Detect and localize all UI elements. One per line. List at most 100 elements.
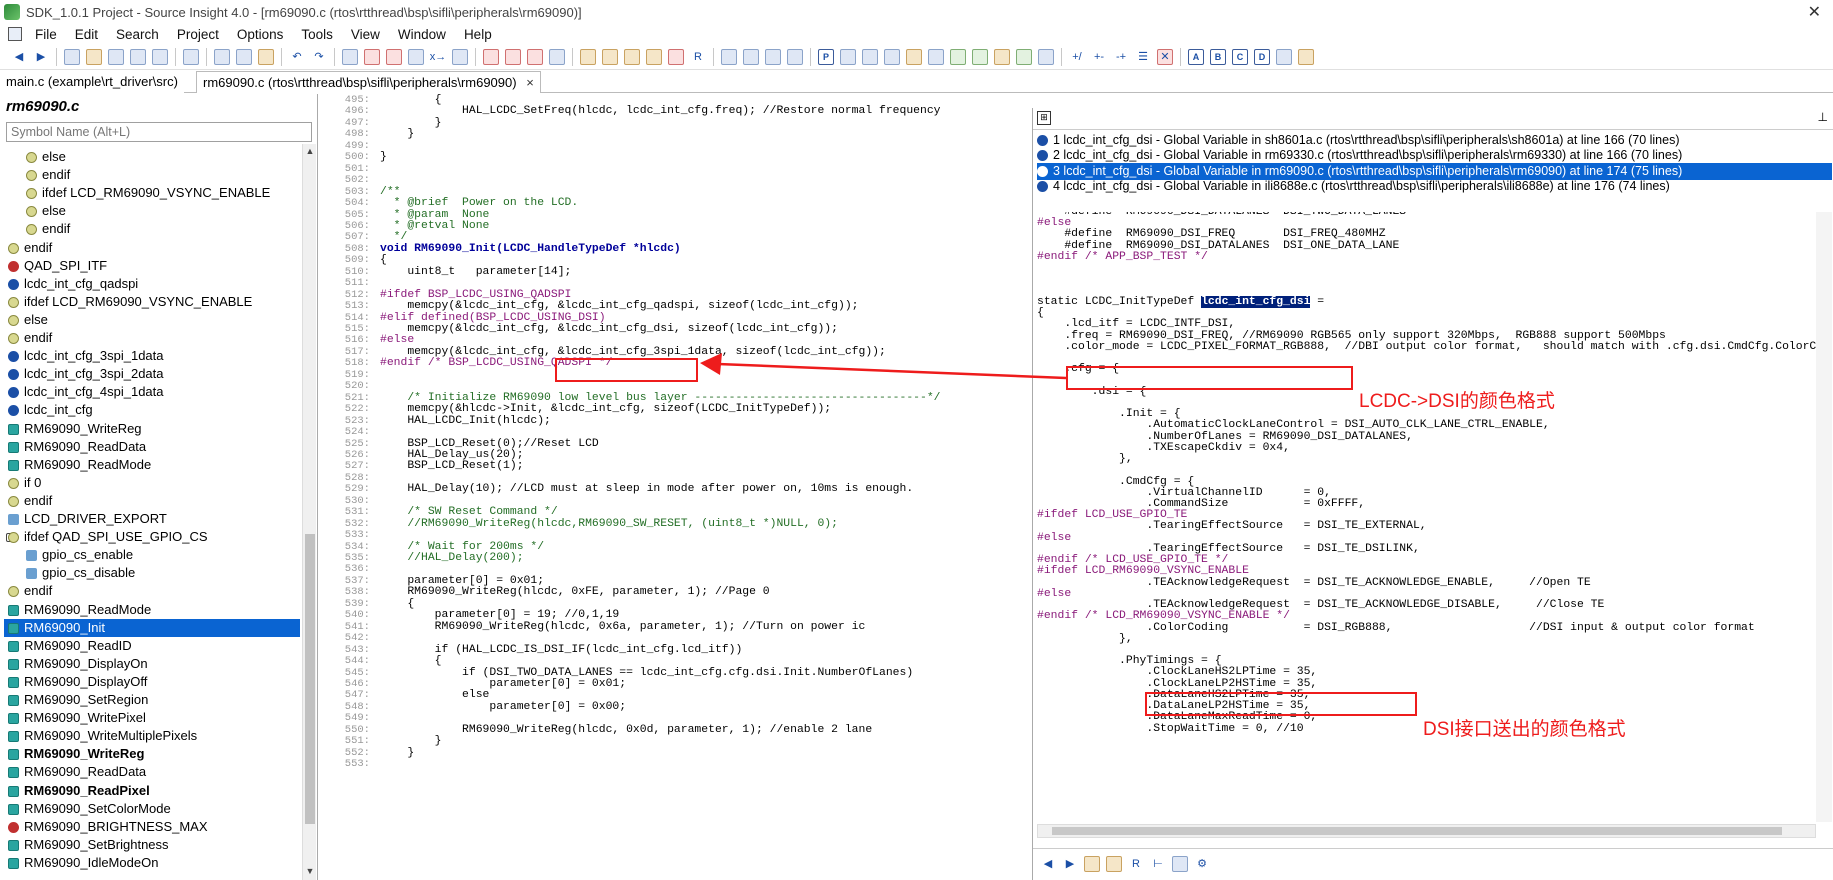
relation-window-icon[interactable] xyxy=(862,48,878,65)
font-d-icon[interactable]: D xyxy=(1254,48,1270,65)
replace-icon[interactable]: x→ xyxy=(430,49,447,65)
context-code-line[interactable]: .TXEscapeCkdiv = 0x4, xyxy=(1037,442,1290,454)
context-code-line[interactable]: .PhyTimings = { xyxy=(1037,655,1222,667)
code-line[interactable]: RM69090_WriteReg(hlcdc, 0xFE, parameter,… xyxy=(380,586,769,598)
context-code-line[interactable]: { xyxy=(1037,307,1044,319)
symbol-list-item[interactable]: RM69090_ReadMode xyxy=(4,601,300,619)
code-line[interactable]: /* Wait for 200ms */ xyxy=(380,541,544,553)
code-line[interactable]: { xyxy=(380,94,442,106)
context-code-line[interactable]: .Init = { xyxy=(1037,408,1181,420)
symbol-list-item[interactable]: gpio_cs_enable xyxy=(4,546,300,564)
symbol-list-item[interactable]: endif xyxy=(4,492,300,510)
forward-icon[interactable]: ▶ xyxy=(33,49,49,65)
context-code-line[interactable]: #else xyxy=(1037,532,1071,544)
save-icon[interactable] xyxy=(108,48,124,65)
code-line[interactable]: HAL_LCDC_Init(hlcdc); xyxy=(380,415,551,427)
undo-icon[interactable]: ↶ xyxy=(289,49,305,65)
context-code-line[interactable]: .color_mode = LCDC_PIXEL_FORMAT_RGB888, … xyxy=(1037,341,1832,353)
context-code-line[interactable]: }, xyxy=(1037,633,1133,645)
symbol-list-item[interactable]: RM69090_ReadID xyxy=(4,637,300,655)
code-line[interactable]: #else xyxy=(380,334,414,346)
symbol-list-item[interactable]: lcdc_int_cfg xyxy=(4,401,300,419)
context-code-line[interactable]: .ClockLaneLP2HSTime = 35, xyxy=(1037,678,1317,690)
open-folder-icon[interactable] xyxy=(86,48,102,65)
context-code-line[interactable]: #ifdef LCD_USE_GPIO_TE xyxy=(1037,509,1187,521)
pin-icon[interactable]: ⊥ xyxy=(1818,110,1828,124)
menu-edit[interactable]: Edit xyxy=(66,27,107,42)
code-line[interactable]: HAL_LCDC_SetFreq(hlcdc, lcdc_int_cfg.fre… xyxy=(380,105,941,117)
jump-icon[interactable] xyxy=(668,48,684,65)
code-line[interactable]: //HAL_Delay(200); xyxy=(380,552,523,564)
layout-2-icon[interactable] xyxy=(743,48,759,65)
context-code-line[interactable]: static LCDC_InitTypeDef lcdc_int_cfg_dsi… xyxy=(1037,295,1324,308)
scroll-up-icon[interactable]: ▲ xyxy=(304,146,316,158)
menu-window[interactable]: Window xyxy=(389,27,455,42)
code-line[interactable]: parameter[0] = 0x01; xyxy=(380,678,626,690)
find-down-icon[interactable] xyxy=(386,48,402,65)
book-icon[interactable] xyxy=(624,48,640,65)
layout-1-icon[interactable] xyxy=(721,48,737,65)
context-code-line[interactable]: #ifdef LCD_RM69090_VSYNC_ENABLE xyxy=(1037,565,1249,577)
context-code-line[interactable]: .freq = RM69090_DSI_FREQ, //RM69090 RGB5… xyxy=(1037,330,1666,342)
bookmark-list-icon[interactable] xyxy=(549,48,565,65)
code-line[interactable]: memcpy(&lcdc_int_cfg, &lcdc_int_cfg_3spi… xyxy=(380,346,886,358)
save-all-icon[interactable] xyxy=(130,48,146,65)
context-code-line[interactable]: .lcd_itf = LCDC_INTF_DSI, xyxy=(1037,318,1235,330)
bookmark-icon[interactable] xyxy=(483,48,499,65)
symbol-list-item[interactable]: RM69090_DisplayOn xyxy=(4,655,300,673)
context-code-line[interactable]: .NumberOfLanes = RM69090_DSI_DATALANES, xyxy=(1037,431,1413,443)
code-line[interactable]: BSP_LCD_Reset(1); xyxy=(380,460,523,472)
symbol-list-item[interactable]: RM69090_SetColorMode xyxy=(4,800,300,818)
symbol-list-item[interactable]: RM69090_SetRegion xyxy=(4,691,300,709)
context-code-line[interactable]: #else xyxy=(1037,588,1071,600)
code-line[interactable]: memcpy(&lcdc_int_cfg, &lcdc_int_cfg_qads… xyxy=(380,300,858,312)
symbol-list-item[interactable]: RM69090_WriteMultiplePixels xyxy=(4,727,300,745)
symbol-list-item[interactable]: endif xyxy=(4,166,300,184)
code-line[interactable]: { xyxy=(380,254,387,266)
print-icon[interactable] xyxy=(183,48,199,65)
context-code-line[interactable]: #define RM69090_DSI_DATALANES DSI_ONE_DA… xyxy=(1037,240,1399,252)
library-icon[interactable] xyxy=(646,48,662,65)
panel-p-icon[interactable]: P xyxy=(818,48,834,65)
menu-options[interactable]: Options xyxy=(228,27,293,42)
symbol-list-item[interactable]: RM69090_ReadMode xyxy=(4,456,300,474)
code-line[interactable]: { xyxy=(380,655,442,667)
context-code-line[interactable]: .TearingEffectSource = DSI_TE_DSILINK, xyxy=(1037,543,1419,555)
find-icon[interactable] xyxy=(342,48,358,65)
symbol-list-item[interactable]: QAD_SPI_ITF xyxy=(4,257,300,275)
symbol-list-item[interactable]: lcdc_int_cfg_4spi_1data xyxy=(4,383,300,401)
grid-icon[interactable] xyxy=(1038,48,1054,65)
tree-icon[interactable] xyxy=(1016,48,1032,65)
context-code-line[interactable]: .TearingEffectSource = DSI_TE_EXTERNAL, xyxy=(1037,520,1426,532)
symbol-list-item[interactable]: RM69090_IdleModeOn xyxy=(4,854,300,872)
settings-icon[interactable]: ⚙ xyxy=(1194,856,1210,872)
back-icon[interactable]: ◀ xyxy=(1040,856,1056,872)
symbol-list-item[interactable]: RM69090_ReadData xyxy=(4,763,300,781)
back-icon[interactable]: ◀ xyxy=(11,49,27,65)
code-line[interactable]: else xyxy=(380,689,489,701)
code-line[interactable]: RM69090_WriteReg(hlcdc, 0x6a, parameter,… xyxy=(380,621,866,633)
symbol-list-item[interactable]: gpio_cs_disable xyxy=(4,564,300,582)
code-line[interactable]: void RM69090_Init(LCDC_HandleTypeDef *hl… xyxy=(380,243,681,255)
code-line[interactable]: HAL_Delay(10); //LCD must at sleep in mo… xyxy=(380,483,913,495)
add-icon[interactable]: +/ xyxy=(1069,49,1085,65)
page-icon[interactable] xyxy=(1172,855,1188,872)
context-code-line[interactable]: #endif /* LCD_USE_GPIO_TE */ xyxy=(1037,554,1228,566)
search-files-icon[interactable] xyxy=(408,48,424,65)
context-code-line[interactable]: .TEAcknowledgeRequest = DSI_TE_ACKNOWLED… xyxy=(1037,599,1604,611)
context-code-line[interactable]: .TEAcknowledgeRequest = DSI_TE_ACKNOWLED… xyxy=(1037,577,1590,589)
font-a-icon[interactable]: A xyxy=(1188,48,1204,65)
symbol-list-item[interactable]: ifdef LCD_RM69090_VSYNC_ENABLE xyxy=(4,184,300,202)
context-code-line[interactable]: .CmdCfg = { xyxy=(1037,476,1194,488)
bookmark-prev-icon[interactable] xyxy=(527,48,543,65)
selected-symbol[interactable]: lcdc_int_cfg_dsi xyxy=(1201,295,1311,308)
symbol-window-icon[interactable] xyxy=(884,48,900,65)
tab-rm69090-c[interactable]: rm69090.c (rtos\rtthread\bsp\sifli\perip… xyxy=(196,71,541,93)
code-line[interactable]: if (HAL_LCDC_IS_DSI_IF(lcdc_int_cfg.lcd_… xyxy=(380,644,743,656)
color-icon[interactable] xyxy=(1298,48,1314,65)
book-icon[interactable] xyxy=(1106,855,1122,872)
symbol-list-item[interactable]: lcdc_int_cfg_qadspi xyxy=(4,275,300,293)
reference-icon[interactable]: R xyxy=(1128,856,1144,872)
menu-project[interactable]: Project xyxy=(168,27,228,42)
symbol-list-item[interactable]: else xyxy=(4,148,300,166)
